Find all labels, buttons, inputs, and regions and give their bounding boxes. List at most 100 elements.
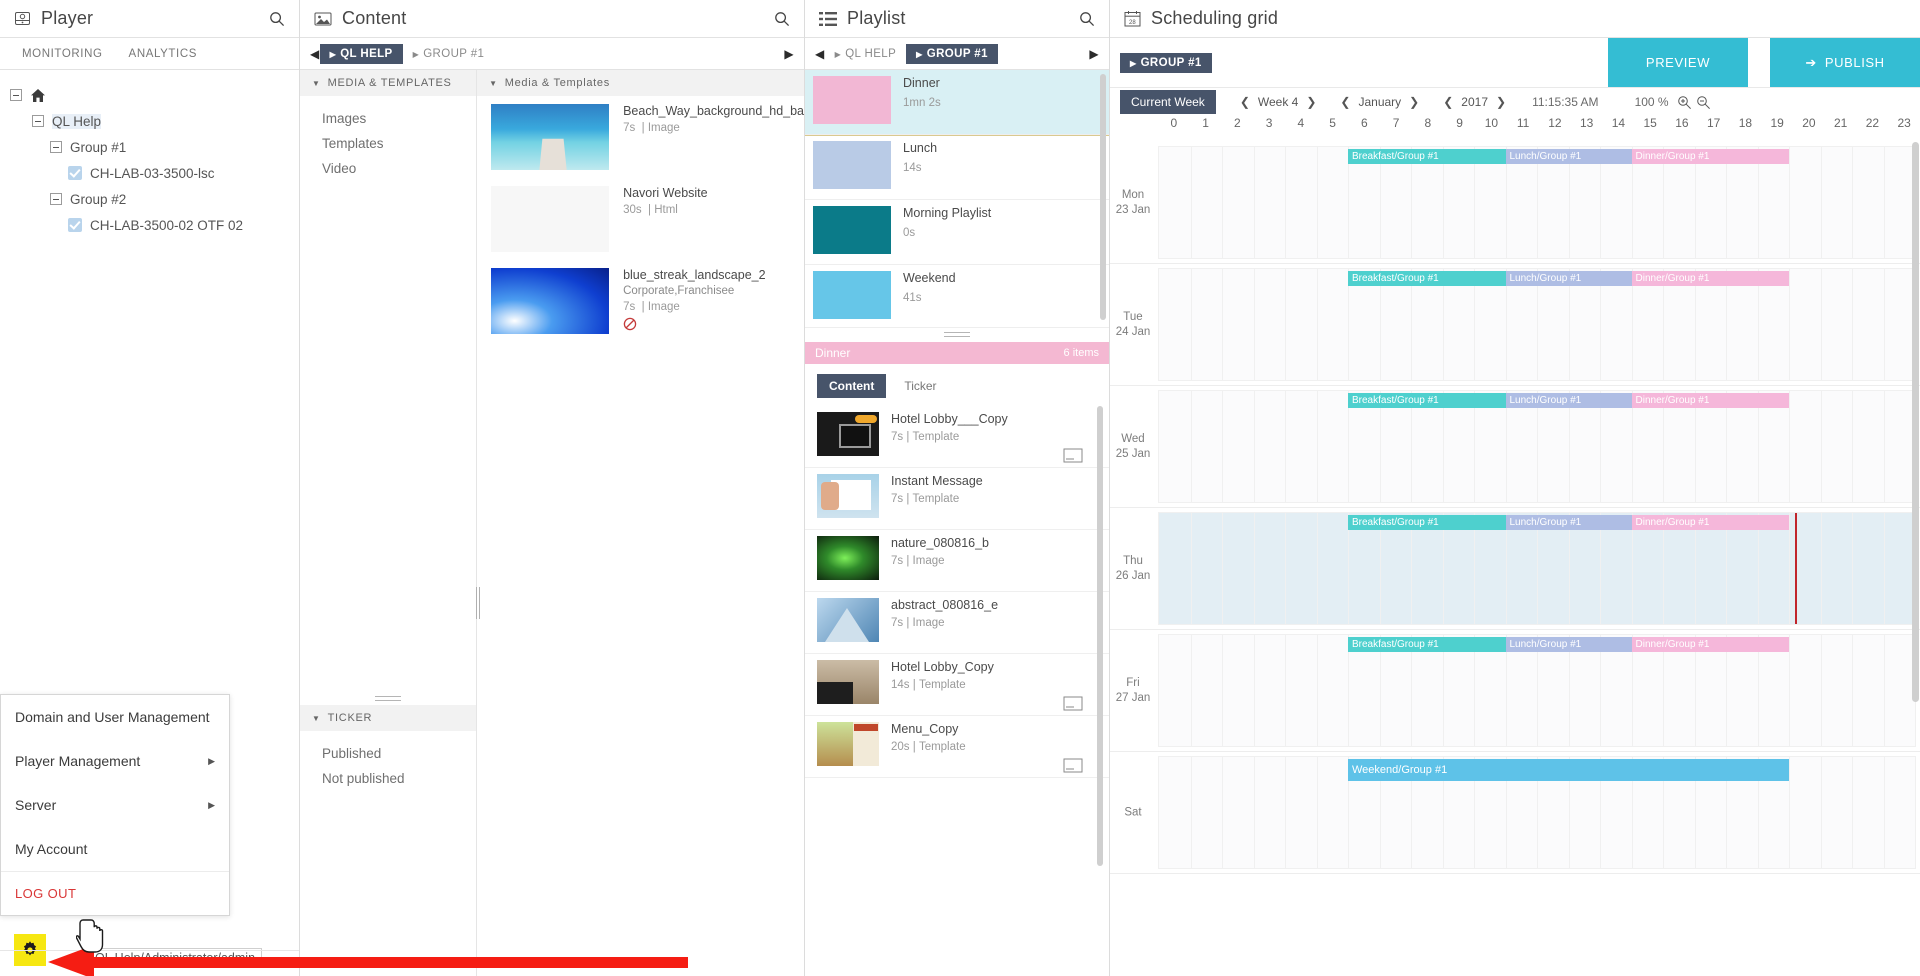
- zoom-out-icon[interactable]: [1696, 95, 1711, 110]
- schedule-event[interactable]: Breakfast/Group #1: [1348, 637, 1506, 652]
- category-resize-handle[interactable]: [300, 688, 476, 705]
- schedule-event[interactable]: Lunch/Group #1: [1505, 515, 1632, 530]
- breadcrumb-item-ql-help[interactable]: ▶ QL HELP: [825, 44, 907, 64]
- section-header-media-templates[interactable]: ▼ MEDIA & TEMPLATES: [300, 70, 477, 96]
- schedule-event[interactable]: Dinner/Group #1: [1631, 149, 1789, 164]
- menu-item-server[interactable]: Server ▶: [1, 783, 229, 827]
- day-track[interactable]: Breakfast/Group #1 Lunch/Group #1 Dinner/G…: [1158, 146, 1916, 259]
- playlist-item[interactable]: Hotel Lobby___Copy 7s | Template: [805, 406, 1109, 468]
- category-item-published[interactable]: Published: [322, 741, 476, 766]
- breadcrumb-next-icon[interactable]: ▶: [784, 47, 794, 61]
- schedule-event[interactable]: Dinner/Group #1: [1631, 637, 1789, 652]
- breadcrumb-item-group-1[interactable]: ▶ GROUP #1: [906, 43, 998, 64]
- checkbox-icon[interactable]: [68, 218, 82, 232]
- tree-node-ql-help[interactable]: QL Help: [0, 108, 299, 134]
- schedule-event[interactable]: Breakfast/Group #1: [1348, 393, 1506, 408]
- breadcrumb-prev-icon[interactable]: ◀: [815, 47, 825, 61]
- schedule-event[interactable]: Lunch/Group #1: [1505, 637, 1632, 652]
- media-item[interactable]: Beach_Way_background_hd_ba 7s | Image: [477, 96, 804, 178]
- media-list-header[interactable]: ▼ Media & Templates: [477, 70, 804, 96]
- playlist-resize-handle[interactable]: [805, 328, 1109, 342]
- expander-icon[interactable]: [10, 89, 22, 101]
- player-search-icon[interactable]: [269, 11, 285, 27]
- breadcrumb-prev-icon[interactable]: ◀: [310, 47, 320, 61]
- schedule-event[interactable]: Dinner/Group #1: [1631, 393, 1789, 408]
- tree-node-group-2[interactable]: Group #2: [0, 186, 299, 212]
- expander-icon[interactable]: [50, 193, 62, 205]
- playlist-row[interactable]: Dinner 1mn 2s: [805, 70, 1109, 136]
- schedule-event[interactable]: Breakfast/Group #1: [1348, 149, 1506, 164]
- playlist-search-icon[interactable]: [1079, 11, 1095, 27]
- content-search-icon[interactable]: [774, 11, 790, 27]
- expander-icon[interactable]: [50, 141, 62, 153]
- zoom-in-icon[interactable]: [1677, 95, 1692, 110]
- year-prev-icon[interactable]: ❮: [1443, 95, 1453, 109]
- playlist-item[interactable]: abstract_080816_e 7s | Image: [805, 592, 1109, 654]
- category-item-templates[interactable]: Templates: [322, 131, 476, 156]
- checkbox-icon[interactable]: [68, 166, 82, 180]
- day-row[interactable]: Sat Weekend/Group #1: [1110, 752, 1920, 874]
- year-next-icon[interactable]: ❯: [1496, 95, 1506, 109]
- tree-node-player-1[interactable]: CH-LAB-03-3500-lsc: [0, 160, 299, 186]
- tree-node-player-2[interactable]: CH-LAB-3500-02 OTF 02: [0, 212, 299, 238]
- breadcrumb-item-ql-help[interactable]: ▶ QL HELP: [319, 43, 403, 64]
- menu-item-log-out[interactable]: LOG OUT: [1, 871, 229, 915]
- breadcrumb-item-group-1[interactable]: ▶ GROUP #1: [403, 44, 495, 64]
- day-row[interactable]: Wed 25 Jan Breakfast/Group #1 Lunch/Group #…: [1110, 386, 1920, 508]
- category-item-video[interactable]: Video: [322, 156, 476, 181]
- schedule-vertical-scrollbar[interactable]: [1912, 142, 1919, 702]
- media-item[interactable]: Navori Website 30s | Html: [477, 178, 804, 260]
- day-row[interactable]: Thu 26 Jan Breakfast/Group #1 Lunch/Group #…: [1110, 508, 1920, 630]
- tree-node-root[interactable]: [0, 82, 299, 108]
- schedule-event[interactable]: Lunch/Group #1: [1505, 271, 1632, 286]
- publish-button[interactable]: ➔ PUBLISH: [1770, 38, 1920, 87]
- month-next-icon[interactable]: ❯: [1409, 95, 1419, 109]
- week-prev-icon[interactable]: ❮: [1240, 95, 1250, 109]
- schedule-event[interactable]: Lunch/Group #1: [1505, 393, 1632, 408]
- menu-item-domain-and-user-management[interactable]: Domain and User Management: [1, 695, 229, 739]
- playlist-item[interactable]: nature_080816_b 7s | Image: [805, 530, 1109, 592]
- playlist-row[interactable]: Weekend 41s: [805, 265, 1109, 327]
- playlist-item[interactable]: Instant Message 7s | Template: [805, 468, 1109, 530]
- day-track[interactable]: Breakfast/Group #1 Lunch/Group #1 Dinner/G…: [1158, 512, 1916, 625]
- category-item-not-published[interactable]: Not published: [322, 766, 476, 791]
- content-panel-resize-handle[interactable]: [474, 585, 482, 621]
- section-header-ticker[interactable]: ▼ TICKER: [300, 705, 477, 731]
- breadcrumb-item-group-1[interactable]: ▶ GROUP #1: [1120, 52, 1212, 73]
- day-track[interactable]: Breakfast/Group #1 Lunch/Group #1 Dinner/G…: [1158, 268, 1916, 381]
- playlist-row[interactable]: Morning Playlist 0s: [805, 200, 1109, 265]
- day-track[interactable]: Weekend/Group #1: [1158, 756, 1916, 869]
- tab-ticker[interactable]: Ticker: [892, 374, 948, 398]
- day-row[interactable]: Mon 23 Jan Breakfast/Group #1 Lunch/Group #…: [1110, 142, 1920, 264]
- schedule-event[interactable]: Breakfast/Group #1: [1348, 271, 1506, 286]
- month-prev-icon[interactable]: ❮: [1340, 95, 1350, 109]
- menu-item-my-account[interactable]: My Account: [1, 827, 229, 871]
- day-row[interactable]: Fri 27 Jan Breakfast/Group #1 Lunch/Group #…: [1110, 630, 1920, 752]
- day-row[interactable]: Tue 24 Jan Breakfast/Group #1 Lunch/Group #…: [1110, 264, 1920, 386]
- schedule-event[interactable]: Dinner/Group #1: [1631, 271, 1789, 286]
- schedule-event[interactable]: Weekend/Group #1: [1348, 759, 1789, 781]
- playlist-scrollbar[interactable]: [1100, 74, 1106, 320]
- preview-button[interactable]: PREVIEW: [1608, 38, 1748, 87]
- day-track[interactable]: Breakfast/Group #1 Lunch/Group #1 Dinner/G…: [1158, 634, 1916, 747]
- playlist-item[interactable]: Hotel Lobby_Copy 14s | Template: [805, 654, 1109, 716]
- day-track[interactable]: Breakfast/Group #1 Lunch/Group #1 Dinner/G…: [1158, 390, 1916, 503]
- tab-content[interactable]: Content: [817, 374, 887, 398]
- playlist-row[interactable]: Lunch 14s: [805, 135, 1109, 200]
- current-week-button[interactable]: Current Week: [1120, 90, 1216, 114]
- schedule-event[interactable]: Lunch/Group #1: [1505, 149, 1632, 164]
- schedule-event[interactable]: Breakfast/Group #1: [1348, 515, 1506, 530]
- playlist-items-scrollbar[interactable]: [1097, 406, 1103, 866]
- tree-node-group-1[interactable]: Group #1: [0, 134, 299, 160]
- category-item-images[interactable]: Images: [322, 106, 476, 131]
- media-info: Beach_Way_background_hd_ba 7s | Image: [609, 104, 804, 170]
- media-item[interactable]: blue_streak_landscape_2 Corporate,Franch…: [477, 260, 804, 342]
- expander-icon[interactable]: [32, 115, 44, 127]
- week-next-icon[interactable]: ❯: [1306, 95, 1316, 109]
- schedule-event[interactable]: Dinner/Group #1: [1631, 515, 1789, 530]
- tab-analytics[interactable]: ANALYTICS: [129, 48, 197, 60]
- menu-item-player-management[interactable]: Player Management ▶: [1, 739, 229, 783]
- tab-monitoring[interactable]: MONITORING: [22, 48, 103, 60]
- playlist-item[interactable]: Menu_Copy 20s | Template: [805, 716, 1109, 778]
- breadcrumb-next-icon[interactable]: ▶: [1089, 47, 1099, 61]
